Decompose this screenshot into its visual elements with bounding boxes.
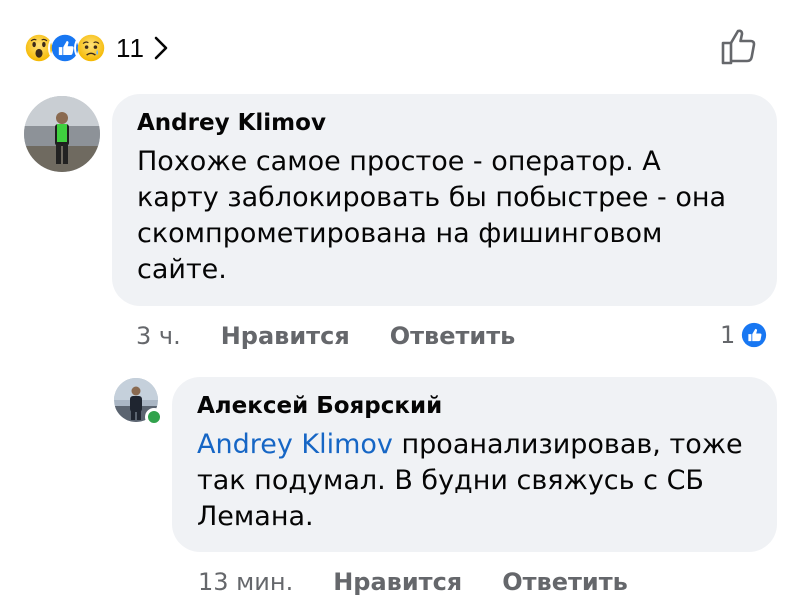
avatar[interactable] xyxy=(24,96,100,172)
comment-actions: 3 ч. Нравится Ответить xyxy=(136,319,515,353)
comment-text: Andrey Klimov проанализировав, тоже так … xyxy=(197,427,772,535)
comment-text-part: проанализировав, тоже xyxy=(392,429,743,460)
comment-time[interactable]: 3 ч. xyxy=(136,322,181,350)
comment-text: Похоже самое простое - оператор. А карту… xyxy=(137,146,727,285)
comment-author[interactable]: Andrey Klimov xyxy=(137,110,326,136)
comment-bubble: Andrey Klimov Похоже самое простое - опе… xyxy=(112,94,777,306)
like-button[interactable]: Нравится xyxy=(333,568,462,596)
reactions-summary[interactable]: 11 xyxy=(22,28,169,68)
like-button[interactable]: Нравится xyxy=(221,322,350,350)
comment-actions: 13 мин. Нравится Ответить xyxy=(198,565,628,599)
online-status-indicator xyxy=(145,408,163,426)
reactions-count: 11 xyxy=(116,32,145,63)
sad-emoji-icon xyxy=(74,31,108,65)
mention-link[interactable]: Andrey Klimov xyxy=(197,429,393,460)
comment-reactions[interactable]: 1 xyxy=(720,318,770,352)
comment-reaction-count: 1 xyxy=(720,321,736,349)
comment-text-part: так подумал. В будни свяжусь с СБ Лемана… xyxy=(197,465,704,532)
chevron-right-icon xyxy=(154,36,168,60)
comment-time[interactable]: 13 мин. xyxy=(198,568,293,596)
comment-author[interactable]: Алексей Боярский xyxy=(197,393,442,419)
reply-button[interactable]: Ответить xyxy=(502,568,628,596)
reply-button[interactable]: Ответить xyxy=(390,322,516,350)
like-reaction-icon xyxy=(739,320,770,350)
comment-bubble: Алексей Боярский Andrey Klimov проанализ… xyxy=(172,377,777,552)
like-thumb-icon[interactable] xyxy=(717,24,763,70)
